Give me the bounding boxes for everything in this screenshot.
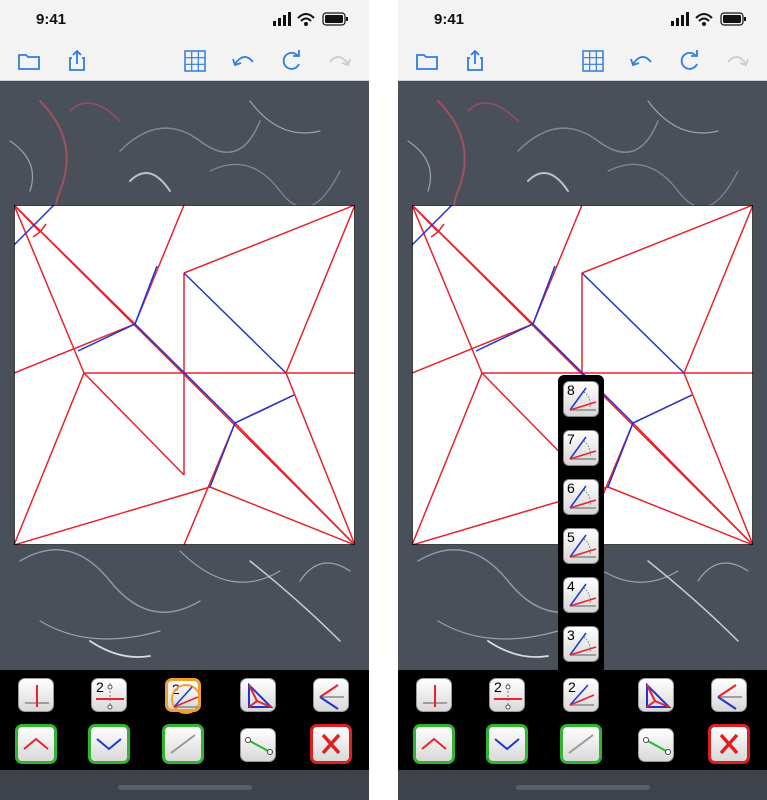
- angle-division-icon: [569, 632, 597, 656]
- grid-icon[interactable]: [180, 46, 210, 76]
- edge-line-button[interactable]: [240, 728, 276, 762]
- valley-fold-button[interactable]: [486, 724, 528, 764]
- symmetric-fold-icon: [319, 684, 344, 710]
- auxiliary-line-button[interactable]: [162, 724, 204, 764]
- redo-icon[interactable]: [276, 46, 306, 76]
- valley-fold-button[interactable]: [88, 724, 130, 764]
- divide-tool[interactable]: 2: [489, 678, 525, 712]
- tool-palette: 2 2: [398, 670, 767, 770]
- angle-division-icon: [569, 583, 597, 607]
- phone-screen-right: 9:41 8 7 6 5 4 3 2 2: [398, 0, 767, 800]
- delete-x-icon: [321, 733, 341, 755]
- angle-division-icon: [569, 387, 597, 411]
- share-icon[interactable]: [62, 46, 92, 76]
- forward-icon[interactable]: [324, 46, 354, 76]
- folder-icon[interactable]: [412, 46, 442, 76]
- mountain-fold-button[interactable]: [15, 724, 57, 764]
- angle-option-8[interactable]: 8: [563, 381, 599, 417]
- symmetric-fold-icon: [717, 684, 742, 710]
- status-time: 9:41: [36, 11, 67, 28]
- triangle-incenter-icon: [248, 682, 274, 708]
- redo-icon[interactable]: [674, 46, 704, 76]
- valley-fold-icon: [96, 738, 122, 751]
- angle-division-icon: [569, 534, 597, 558]
- triangle-incenter-icon: [646, 682, 672, 708]
- angle-bisector-icon: [171, 684, 201, 714]
- mountain-fold-button[interactable]: [413, 724, 455, 764]
- angle-bisector-tool[interactable]: 2: [165, 678, 201, 714]
- auxiliary-line-icon: [170, 734, 196, 754]
- angle-division-icon: [569, 436, 597, 460]
- edge-line-icon: [245, 737, 273, 755]
- angle-option-5[interactable]: 5: [563, 528, 599, 564]
- status-indicators-icon: [273, 12, 348, 26]
- perpendicular-icon: [25, 685, 49, 707]
- symmetric-tool[interactable]: [711, 678, 747, 712]
- delete-x-icon: [719, 733, 739, 755]
- perpendicular-tool[interactable]: [18, 678, 54, 712]
- triangle-tool[interactable]: [638, 678, 674, 712]
- folder-icon[interactable]: [14, 46, 44, 76]
- perpendicular-icon: [423, 685, 447, 707]
- angle-bisector-icon: [569, 684, 595, 706]
- delete-button[interactable]: [310, 724, 352, 764]
- auxiliary-line-icon: [568, 734, 594, 754]
- status-indicators-icon: [671, 12, 746, 26]
- angle-option-4[interactable]: 4: [563, 577, 599, 613]
- angle-option-3[interactable]: 3: [563, 626, 599, 662]
- undo-icon[interactable]: [627, 46, 657, 76]
- toolbar: [398, 44, 767, 81]
- tool-palette: 2 2: [0, 670, 369, 770]
- mountain-fold-icon: [421, 737, 447, 750]
- angle-option-6[interactable]: 6: [563, 479, 599, 515]
- status-bar: 9:41: [398, 0, 767, 44]
- crease-pattern-sheet[interactable]: [14, 205, 355, 545]
- divide-icon: [96, 683, 124, 710]
- edge-line-button[interactable]: [638, 728, 674, 762]
- divide-icon: [494, 683, 522, 710]
- status-time: 9:41: [434, 11, 465, 28]
- forward-icon[interactable]: [722, 46, 752, 76]
- status-bar: 9:41: [0, 0, 369, 44]
- toolbar: [0, 44, 369, 81]
- angle-option-7[interactable]: 7: [563, 430, 599, 466]
- home-indicator[interactable]: [118, 785, 252, 790]
- perpendicular-tool[interactable]: [416, 678, 452, 712]
- angle-division-menu: 8 7 6 5 4 3: [558, 375, 604, 675]
- mountain-fold-icon: [23, 737, 49, 750]
- home-indicator[interactable]: [516, 785, 650, 790]
- angle-bisector-tool[interactable]: 2: [563, 678, 599, 712]
- symmetric-tool[interactable]: [313, 678, 349, 712]
- angle-division-icon: [569, 485, 597, 509]
- edge-line-icon: [643, 737, 671, 755]
- valley-fold-icon: [494, 738, 520, 751]
- undo-icon[interactable]: [229, 46, 259, 76]
- share-icon[interactable]: [460, 46, 490, 76]
- divide-tool[interactable]: 2: [91, 678, 127, 712]
- delete-button[interactable]: [708, 724, 750, 764]
- auxiliary-line-button[interactable]: [560, 724, 602, 764]
- triangle-tool[interactable]: [240, 678, 276, 712]
- grid-icon[interactable]: [578, 46, 608, 76]
- phone-screen-left: 9:41 2 2: [0, 0, 369, 800]
